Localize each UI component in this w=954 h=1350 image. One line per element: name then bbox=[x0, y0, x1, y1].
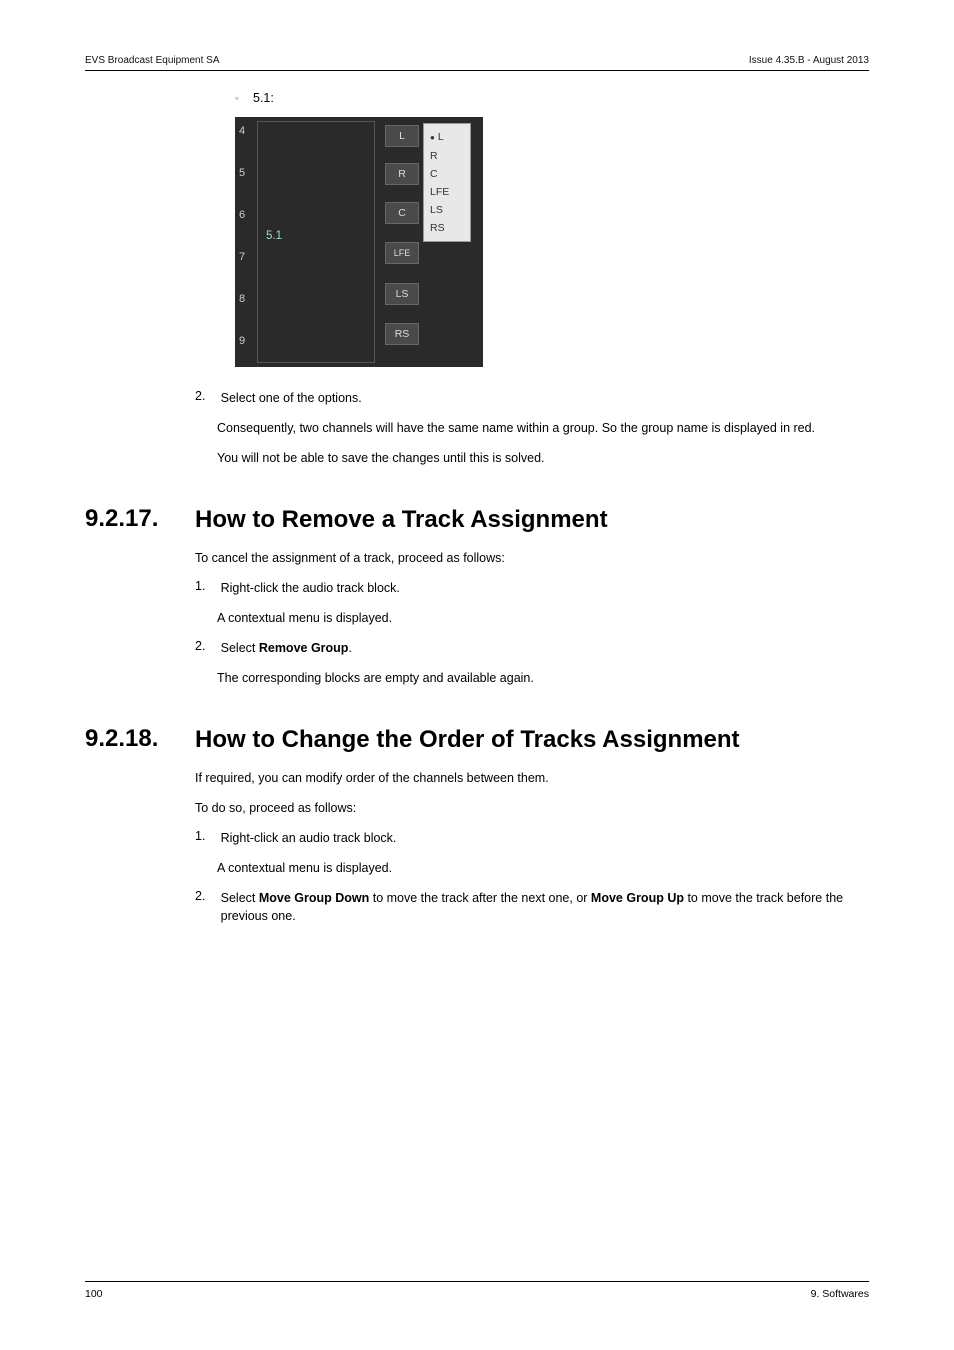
section-number: 9.2.17. bbox=[85, 505, 175, 533]
header-right: Issue 4.35.B - August 2013 bbox=[749, 55, 869, 66]
step-text: Select one of the options. bbox=[221, 389, 869, 407]
channel-panel-figure: 4 5 6 7 8 9 5.1 L R C LFE LS RS ●L R C L… bbox=[235, 117, 869, 367]
page-header: EVS Broadcast Equipment SA Issue 4.35.B … bbox=[85, 55, 869, 71]
channel-RS[interactable]: RS bbox=[385, 323, 419, 345]
step-text: Select Move Group Down to move the track… bbox=[221, 889, 869, 925]
channel-popup[interactable]: ●L R C LFE LS RS bbox=[423, 123, 471, 242]
popup-item-LS[interactable]: LS bbox=[430, 201, 464, 219]
channel-L[interactable]: L bbox=[385, 125, 419, 147]
section-9-2-17-heading: 9.2.17. How to Remove a Track Assignment bbox=[85, 505, 869, 535]
section-number: 9.2.18. bbox=[85, 725, 175, 753]
channel-R[interactable]: R bbox=[385, 163, 419, 185]
step-num: 1. bbox=[195, 829, 217, 843]
idx-4: 4 bbox=[239, 125, 245, 137]
popup-item-R[interactable]: R bbox=[430, 147, 464, 165]
header-left: EVS Broadcast Equipment SA bbox=[85, 55, 220, 66]
step-num: 2. bbox=[195, 639, 217, 653]
popup-item-L[interactable]: ●L bbox=[430, 128, 464, 147]
popup-item-RS[interactable]: RS bbox=[430, 219, 464, 237]
bold-move-up: Move Group Up bbox=[591, 891, 684, 905]
idx-5: 5 bbox=[239, 167, 245, 179]
bold-move-down: Move Group Down bbox=[259, 891, 369, 905]
channel-LS[interactable]: LS bbox=[385, 283, 419, 305]
idx-9: 9 bbox=[239, 335, 245, 347]
bullet-51: ○5.1: bbox=[235, 91, 869, 105]
sec17-step1-note: A contextual menu is displayed. bbox=[217, 609, 869, 627]
step-2-para1: Consequently, two channels will have the… bbox=[217, 419, 869, 437]
sec18-step1-note: A contextual menu is displayed. bbox=[217, 859, 869, 877]
sec18-step2: 2. Select Move Group Down to move the tr… bbox=[195, 889, 869, 925]
t: . bbox=[348, 641, 351, 655]
t: Select bbox=[221, 891, 259, 905]
idx-7: 7 bbox=[239, 251, 245, 263]
step-text: Select Remove Group. bbox=[221, 639, 869, 657]
section-title: How to Remove a Track Assignment bbox=[195, 505, 608, 535]
channel-LFE[interactable]: LFE bbox=[385, 242, 419, 264]
step-text: Right-click the audio track block. bbox=[221, 579, 869, 597]
bullet-icon: ○ bbox=[235, 96, 253, 102]
channel-C[interactable]: C bbox=[385, 202, 419, 224]
popup-item-C[interactable]: C bbox=[430, 165, 464, 183]
section-9-2-17-body: To cancel the assignment of a track, pro… bbox=[85, 549, 869, 687]
footer-chapter: 9. Softwares bbox=[811, 1288, 869, 1300]
t: Select bbox=[221, 641, 259, 655]
step-2: 2. Select one of the options. bbox=[195, 389, 869, 407]
section-title: How to Change the Order of Tracks Assign… bbox=[195, 725, 740, 755]
bold-remove-group: Remove Group bbox=[259, 641, 349, 655]
index-column: 4 5 6 7 8 9 bbox=[239, 117, 245, 347]
step-text: Right-click an audio track block. bbox=[221, 829, 869, 847]
bullet-51-text: 5.1: bbox=[253, 91, 274, 105]
group-box: 5.1 bbox=[257, 121, 375, 363]
group-label-51: 5.1 bbox=[266, 230, 282, 242]
sec17-step1: 1. Right-click the audio track block. bbox=[195, 579, 869, 597]
idx-8: 8 bbox=[239, 293, 245, 305]
channel-panel: 4 5 6 7 8 9 5.1 L R C LFE LS RS ●L R C L… bbox=[235, 117, 483, 367]
idx-6: 6 bbox=[239, 209, 245, 221]
main-content: ○5.1: 4 5 6 7 8 9 5.1 L R C LFE LS RS ●L… bbox=[85, 91, 869, 467]
sec18-step1: 1. Right-click an audio track block. bbox=[195, 829, 869, 847]
section-9-2-18-heading: 9.2.18. How to Change the Order of Track… bbox=[85, 725, 869, 755]
sec17-step2-note: The corresponding blocks are empty and a… bbox=[217, 669, 869, 687]
page-number: 100 bbox=[85, 1288, 103, 1300]
step-2-para2: You will not be able to save the changes… bbox=[217, 449, 869, 467]
step-num: 1. bbox=[195, 579, 217, 593]
popup-item-LFE[interactable]: LFE bbox=[430, 183, 464, 201]
page-footer: 100 9. Softwares bbox=[85, 1281, 869, 1300]
sec18-p1: If required, you can modify order of the… bbox=[195, 769, 869, 787]
popup-L-label: L bbox=[438, 131, 444, 143]
step-num: 2. bbox=[195, 389, 217, 403]
sec18-p2: To do so, proceed as follows: bbox=[195, 799, 869, 817]
t: to move the track after the next one, or bbox=[369, 891, 591, 905]
sec17-intro: To cancel the assignment of a track, pro… bbox=[195, 549, 869, 567]
section-9-2-18-body: If required, you can modify order of the… bbox=[85, 769, 869, 925]
dot-icon: ● bbox=[430, 133, 435, 142]
sec17-step2: 2. Select Remove Group. bbox=[195, 639, 869, 657]
step-num: 2. bbox=[195, 889, 217, 903]
